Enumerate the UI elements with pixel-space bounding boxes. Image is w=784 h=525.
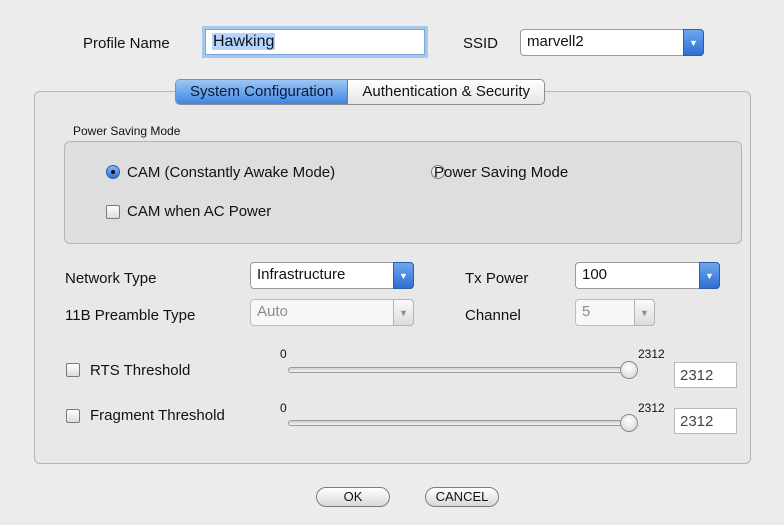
chevron-down-icon[interactable]: ▼ (393, 299, 414, 326)
cam-radio[interactable] (106, 165, 120, 179)
cancel-button[interactable]: CANCEL (425, 487, 499, 507)
cam-ac-power-label: CAM when AC Power (127, 203, 272, 220)
fragment-value-field[interactable]: 2312 (674, 408, 737, 434)
tab-bar: System Configuration Authentication & Se… (175, 79, 545, 105)
tx-power-value: 100 (582, 266, 608, 283)
network-type-value: Infrastructure (257, 266, 346, 283)
rts-value-field[interactable]: 2312 (674, 362, 737, 388)
profile-name-input[interactable]: Hawking (205, 29, 425, 55)
channel-select[interactable]: 5 ▼ (575, 299, 655, 326)
cam-ac-power-checkbox[interactable] (106, 205, 120, 219)
rts-max-label: 2312 (638, 347, 665, 361)
chevron-down-icon[interactable]: ▼ (393, 262, 414, 289)
ok-button[interactable]: OK (316, 487, 390, 507)
preamble-type-value: Auto (257, 303, 288, 320)
channel-label: Channel (465, 307, 521, 324)
tx-power-select[interactable]: 100 ▼ (575, 262, 720, 289)
channel-value: 5 (582, 303, 591, 320)
fragment-slider-track[interactable] (288, 420, 630, 426)
ssid-value: marvell2 (527, 33, 584, 50)
rts-threshold-label: RTS Threshold (90, 362, 191, 379)
rts-slider-track[interactable] (288, 367, 630, 373)
fragment-threshold-label: Fragment Threshold (90, 407, 225, 424)
rts-slider-knob[interactable] (620, 361, 638, 379)
preamble-type-select[interactable]: Auto ▼ (250, 299, 414, 326)
network-type-select[interactable]: Infrastructure ▼ (250, 262, 414, 289)
chevron-down-icon[interactable]: ▼ (634, 299, 655, 326)
chevron-down-icon[interactable]: ▼ (699, 262, 720, 289)
rts-min-label: 0 (280, 347, 287, 361)
network-type-label: Network Type (65, 270, 157, 287)
ssid-label: SSID (463, 35, 499, 52)
tab-system-configuration[interactable]: System Configuration (176, 80, 349, 104)
fragment-min-label: 0 (280, 401, 287, 415)
cam-radio-label: CAM (Constantly Awake Mode) (127, 164, 336, 181)
power-saving-group-title: Power Saving Mode (73, 124, 181, 138)
preamble-type-label: 11B Preamble Type (65, 307, 196, 324)
power-saving-radio-label: Power Saving Mode (434, 164, 569, 181)
chevron-down-icon[interactable]: ▼ (683, 29, 704, 56)
tx-power-label: Tx Power (465, 270, 529, 287)
fragment-slider-knob[interactable] (620, 414, 638, 432)
profile-name-label: Profile Name (83, 35, 170, 52)
power-saving-group (64, 141, 742, 244)
profile-name-value: Hawking (212, 33, 276, 50)
fragment-threshold-checkbox[interactable] (66, 409, 80, 423)
ssid-select[interactable]: marvell2 ▼ (520, 29, 704, 56)
fragment-max-label: 2312 (638, 401, 665, 415)
tab-authentication-security[interactable]: Authentication & Security (348, 80, 544, 104)
rts-threshold-checkbox[interactable] (66, 363, 80, 377)
